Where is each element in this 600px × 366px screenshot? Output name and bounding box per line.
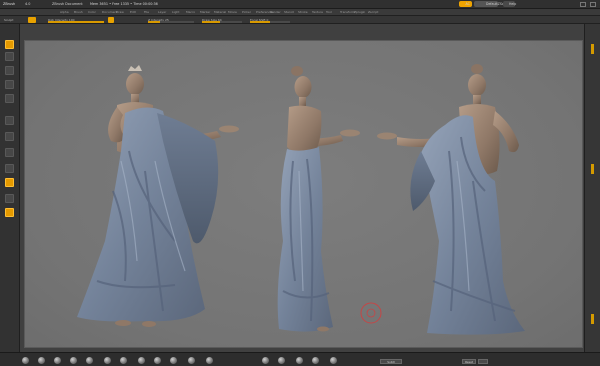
menu-movie[interactable]: Movie <box>228 9 237 16</box>
grid-icon[interactable] <box>5 208 14 217</box>
figure-side-view <box>277 66 360 332</box>
sculpt-viewport <box>77 64 525 335</box>
material-sphere-icon[interactable] <box>5 164 14 173</box>
left-tool-shelf <box>0 24 20 352</box>
default-ui-button[interactable]: DefaultZScript <box>474 1 509 7</box>
material-sphere-icon[interactable] <box>296 357 303 364</box>
menu-marker[interactable]: Marker <box>200 9 210 16</box>
reset-button[interactable]: Reset <box>462 359 476 364</box>
draw-icon[interactable] <box>5 52 14 61</box>
menu-stencil[interactable]: Stencil <box>284 9 294 16</box>
move-icon[interactable] <box>5 66 14 75</box>
z-intensity-fill <box>148 21 160 23</box>
alpha-icon[interactable] <box>5 148 14 157</box>
reset-label: Reset <box>465 360 473 364</box>
mrgb-button[interactable] <box>28 17 36 23</box>
menu-brush[interactable]: Brush <box>74 9 83 16</box>
menu-color[interactable]: Color <box>88 9 96 16</box>
dock-marker[interactable] <box>591 164 594 174</box>
material-sphere-icon[interactable] <box>262 357 269 364</box>
material-sphere-icon[interactable] <box>86 357 93 364</box>
menu-bar: Alpha Brush Color Document Draw Edit File Layer… <box>0 9 600 16</box>
document-canvas[interactable] <box>24 40 583 348</box>
menu-tool[interactable]: Tool <box>326 9 332 16</box>
menu-layer[interactable]: Layer <box>158 9 166 16</box>
dock-marker[interactable] <box>591 314 594 324</box>
scale-icon[interactable] <box>5 80 14 89</box>
menu-zscript[interactable]: Zscript <box>368 9 378 16</box>
color-swatch-icon[interactable] <box>5 178 14 187</box>
menu-render[interactable]: Render <box>270 9 281 16</box>
material-sphere-icon[interactable] <box>70 357 77 364</box>
texture-icon[interactable] <box>5 194 14 203</box>
material-sphere-icon[interactable] <box>278 357 285 364</box>
brush-cursor-icon <box>360 302 382 324</box>
toggle-button[interactable] <box>478 359 488 364</box>
z-intensity-slider[interactable] <box>148 21 194 23</box>
material-sphere-icon[interactable] <box>138 357 145 364</box>
material-sphere-icon[interactable] <box>104 357 111 364</box>
material-sphere-icon[interactable] <box>330 357 337 364</box>
brush-icon[interactable] <box>5 116 14 125</box>
app-version: 4.0 <box>25 2 31 6</box>
tool-mode-label[interactable]: Sculpt <box>4 16 13 24</box>
material-sphere-icon[interactable] <box>54 357 61 364</box>
help-label: Help <box>509 2 517 6</box>
bottom-shelf: SubD Reset <box>0 352 600 366</box>
draw-size-slider[interactable] <box>202 21 242 23</box>
menu-light[interactable]: Light <box>172 9 180 16</box>
figure-back-view <box>377 64 525 335</box>
help-button[interactable]: Help <box>503 1 517 7</box>
draw-size-fill <box>202 21 220 23</box>
menu-alpha[interactable]: Alpha <box>60 9 69 16</box>
ac-label: AC <box>465 2 470 6</box>
menu-zplugin[interactable]: Zplugin <box>354 9 365 16</box>
document-name: ZBrush Document <box>52 2 83 6</box>
title-bar: ZBrush 4.0 ZBrush Document Mem 3651 • Fr… <box>0 0 600 9</box>
menu-stroke[interactable]: Stroke <box>298 9 308 16</box>
rgb-intensity-fill <box>48 21 104 23</box>
memory-stats: Mem 3651 • Free 1335 • Time 00:00:36 <box>90 2 158 6</box>
material-sphere-icon[interactable] <box>38 357 45 364</box>
menu-picker[interactable]: Picker <box>242 9 251 16</box>
ac-button[interactable]: AC <box>459 1 472 7</box>
menu-material[interactable]: Material <box>214 9 226 16</box>
app-brand: ZBrush <box>3 2 16 6</box>
zadd-button[interactable] <box>108 17 114 23</box>
edit-icon[interactable] <box>5 40 14 49</box>
material-sphere-icon[interactable] <box>120 357 127 364</box>
menu-draw[interactable]: Draw <box>116 9 124 16</box>
material-sphere-icon[interactable] <box>188 357 195 364</box>
subd-button[interactable]: SubD <box>380 359 402 364</box>
material-sphere-icon[interactable] <box>22 357 29 364</box>
top-shelf: Sculpt Rgb Intensity 100 Z Intensity 25 … <box>0 16 600 24</box>
menu-texture[interactable]: Texture <box>312 9 323 16</box>
right-dock <box>584 24 600 352</box>
focal-shift-slider[interactable] <box>250 21 290 23</box>
dock-marker[interactable] <box>591 44 594 54</box>
rgb-intensity-slider[interactable] <box>48 21 104 23</box>
focal-shift-fill <box>250 21 270 23</box>
menu-edit[interactable]: Edit <box>130 9 136 16</box>
menu-macro[interactable]: Macro <box>186 9 195 16</box>
minimize-icon[interactable] <box>580 2 586 7</box>
material-sphere-icon[interactable] <box>170 357 177 364</box>
menu-transform[interactable]: Transform <box>340 9 355 16</box>
material-sphere-icon[interactable] <box>206 357 213 364</box>
rotate-icon[interactable] <box>5 94 14 103</box>
stroke-icon[interactable] <box>5 132 14 141</box>
close-icon[interactable] <box>590 2 596 7</box>
material-sphere-icon[interactable] <box>154 357 161 364</box>
figure-front-view <box>77 65 239 327</box>
menu-file[interactable]: File <box>144 9 149 16</box>
subd-label: SubD <box>387 360 395 364</box>
material-sphere-icon[interactable] <box>312 357 319 364</box>
